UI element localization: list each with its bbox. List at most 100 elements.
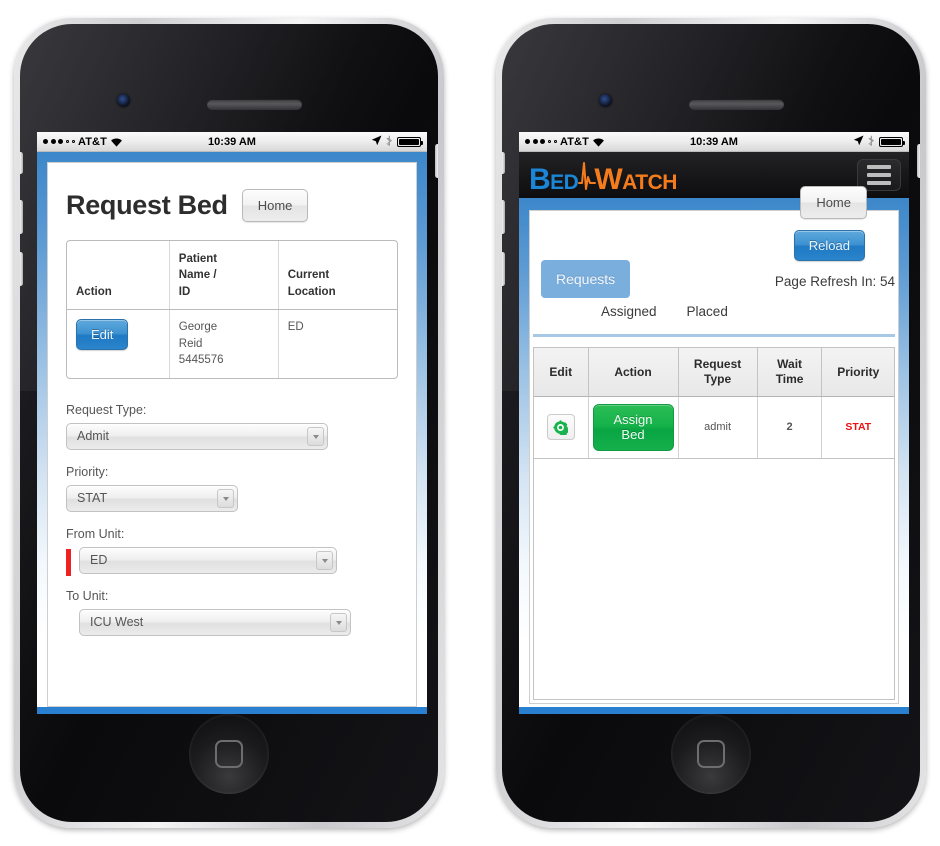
request-type-select[interactable]: Admit [66, 423, 328, 450]
cell-priority: STAT [821, 396, 894, 459]
bedwatch-logo: Bed Watch [529, 155, 677, 195]
status-bar-left: AT&T [43, 136, 123, 148]
label-request-type: Request Type: [66, 403, 147, 417]
carrier-label: AT&T [78, 135, 107, 148]
requests-table: Edit Action Request Type Wait Time Prior… [534, 348, 894, 459]
page-refresh-countdown: Page Refresh In: 54 [774, 274, 895, 289]
label-to-unit: To Unit: [66, 589, 109, 603]
ring-switch-button[interactable] [502, 152, 505, 174]
page-bottom-bar [519, 707, 909, 714]
cell-patient: George Reid 5445576 [169, 309, 279, 378]
ring-switch-button[interactable] [20, 152, 23, 174]
page-bottom-bar [37, 707, 427, 714]
chevron-down-icon [307, 427, 324, 446]
status-bar-right [371, 135, 423, 149]
required-indicator [66, 549, 71, 576]
table-header-row: Edit Action Request Type Wait Time Prior… [534, 348, 894, 397]
col-header-request-type: Request Type [678, 348, 758, 397]
cell-edit [534, 396, 589, 459]
tab-requests[interactable]: Requests [541, 260, 631, 298]
reload-button-wrapper: Reload [793, 230, 865, 261]
field-priority: Priority: STAT [66, 465, 398, 512]
chevron-down-icon [316, 551, 333, 570]
label-priority: Priority: [66, 465, 109, 479]
chevron-down-icon [217, 489, 234, 508]
assign-bed-button[interactable]: Assign Bed [592, 404, 674, 451]
battery-icon [397, 136, 423, 147]
content-card-left: Request Bed Home Action Patient Name / I… [47, 162, 417, 707]
label-from-unit: From Unit: [66, 527, 125, 541]
home-hardware-button[interactable] [671, 714, 751, 794]
field-request-type: Request Type: Admit [66, 403, 398, 450]
page-title: Request Bed [66, 190, 228, 220]
to-unit-select[interactable]: ICU West [79, 609, 351, 636]
table-header-row: Action Patient Name / ID Current Locatio… [67, 241, 397, 310]
to-unit-value: ICU West [90, 615, 144, 629]
tab-assigned[interactable]: Assigned [601, 304, 657, 319]
front-camera-icon [117, 94, 130, 107]
phone-body-left: AT&T 10:39 AM Request Bed Home Action Pa… [20, 24, 438, 822]
status-bar-right [853, 135, 905, 149]
location-arrow-icon [853, 135, 864, 149]
cell-request-type: admit [678, 396, 758, 459]
home-square-icon [697, 740, 725, 768]
logo-text-watch: Watch [594, 163, 677, 196]
tab-placed[interactable]: Placed [687, 304, 728, 319]
request-type-value: Admit [77, 429, 109, 443]
status-badge: STAT [845, 421, 872, 434]
ios-status-bar: AT&T 10:39 AM [37, 132, 427, 152]
home-hardware-button[interactable] [189, 714, 269, 794]
home-button[interactable]: Home [800, 186, 867, 219]
earpiece-speaker [689, 99, 784, 110]
gear-icon[interactable] [546, 414, 575, 441]
reload-button[interactable]: Reload [793, 230, 865, 261]
table-row: Assign Bed admit 2 STAT [534, 396, 894, 459]
ios-status-bar: AT&T 10:39 AM [519, 132, 909, 152]
bluetooth-icon [868, 135, 875, 149]
home-square-icon [215, 740, 243, 768]
priority-select[interactable]: STAT [66, 485, 238, 512]
wifi-icon [110, 137, 123, 147]
phone-device-right: AT&T 10:39 AM Bed Watch Home Reload Requ… [496, 18, 926, 828]
power-button[interactable] [435, 144, 438, 178]
col-header-wait-time: Wait Time [757, 348, 823, 397]
requests-table-wrapper: Edit Action Request Type Wait Time Prior… [533, 347, 895, 700]
screenshot-stage: AT&T 10:39 AM Request Bed Home Action Pa… [0, 0, 940, 846]
col-header-priority: Priority [821, 348, 894, 397]
earpiece-speaker [207, 99, 302, 110]
tabs-row-primary: Requests Page Refresh In: 54 [541, 260, 895, 298]
bluetooth-icon [386, 135, 393, 149]
power-button[interactable] [917, 144, 920, 178]
col-header-location: Current Location [278, 241, 397, 310]
cell-action: Edit [67, 309, 170, 378]
battery-icon [879, 136, 905, 147]
from-unit-select[interactable]: ED [79, 547, 337, 574]
field-from-unit: From Unit: ED [66, 527, 398, 576]
tabs-row-secondary: Assigned Placed [541, 304, 895, 319]
field-to-unit: To Unit: ICU West [66, 589, 398, 636]
tabs-divider [533, 334, 895, 337]
logo-text-bed: Bed [529, 163, 579, 196]
home-button[interactable]: Home [241, 189, 309, 222]
location-arrow-icon [371, 135, 382, 149]
col-header-action: Action [67, 241, 170, 310]
volume-down-button[interactable] [502, 252, 505, 286]
page-header-row: Request Bed Home [66, 189, 398, 222]
table-row: Edit George Reid 5445576 ED [67, 309, 397, 378]
phone-device-left: AT&T 10:39 AM Request Bed Home Action Pa… [14, 18, 444, 828]
phone-screen-right: AT&T 10:39 AM Bed Watch Home Reload Requ… [519, 132, 909, 714]
wifi-icon [592, 137, 605, 147]
priority-value: STAT [77, 491, 108, 505]
patient-table-wrapper: Action Patient Name / ID Current Locatio… [66, 240, 398, 379]
volume-up-button[interactable] [20, 200, 23, 234]
signal-strength-icon [525, 139, 557, 144]
volume-down-button[interactable] [20, 252, 23, 286]
edit-button[interactable]: Edit [76, 318, 129, 350]
front-camera-icon [599, 94, 612, 107]
col-header-action: Action [588, 348, 679, 397]
cell-action: Assign Bed [588, 396, 679, 459]
col-header-patient: Patient Name / ID [169, 241, 279, 310]
volume-up-button[interactable] [502, 200, 505, 234]
app-page-left: Request Bed Home Action Patient Name / I… [37, 152, 427, 714]
phone-screen-left: AT&T 10:39 AM Request Bed Home Action Pa… [37, 132, 427, 714]
